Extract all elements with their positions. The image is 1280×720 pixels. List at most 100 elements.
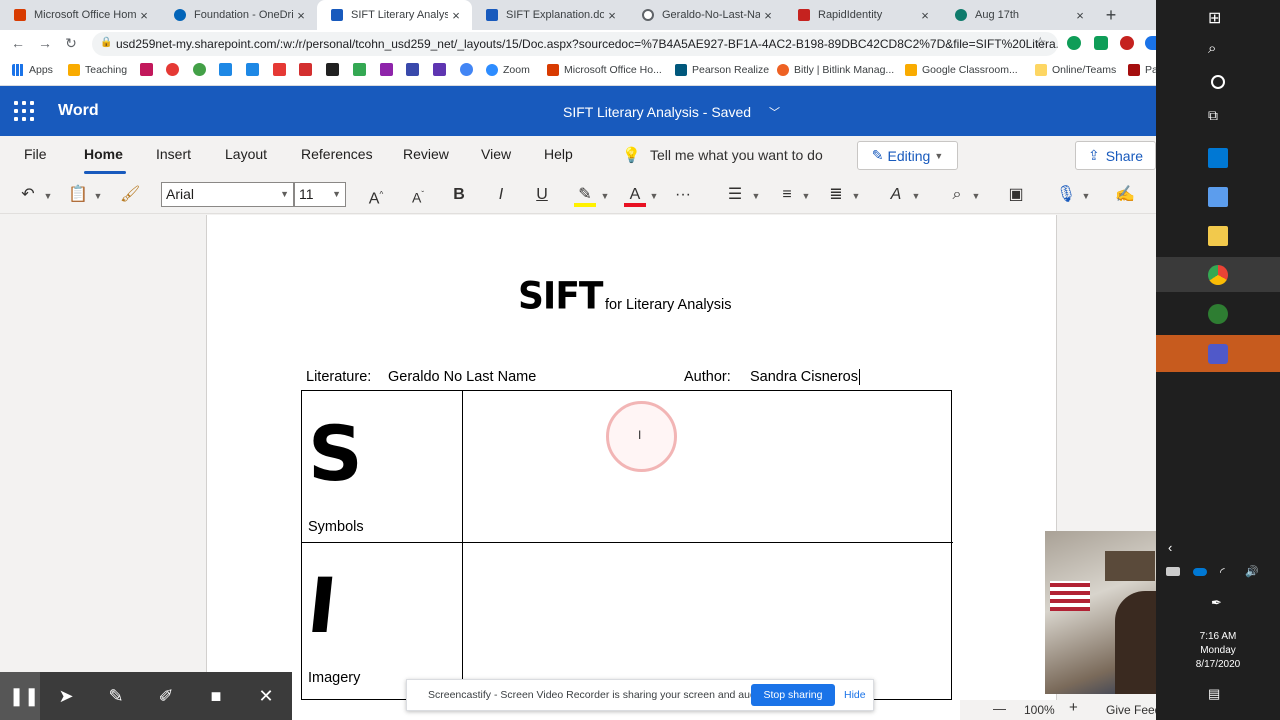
tab-view[interactable]: View [481, 146, 511, 162]
close-icon[interactable]: × [136, 8, 152, 23]
tab-home[interactable]: Home [84, 146, 123, 162]
new-tab-button[interactable]: + [1100, 4, 1122, 26]
bookmark-icon[interactable] [140, 63, 153, 76]
bookmark-icon[interactable] [380, 63, 393, 76]
highlight-icon[interactable]: ✎ [574, 185, 596, 207]
font-name-select[interactable]: Arial ▼ [161, 182, 294, 207]
bookmark-pa[interactable]: Pa [1128, 62, 1158, 78]
reload-icon[interactable]: ↻ [62, 34, 80, 52]
close-icon[interactable]: ✕ [254, 684, 278, 708]
chevron-down-icon[interactable]: ▼ [1080, 185, 1092, 205]
pen-icon[interactable]: ✎ [104, 684, 128, 708]
chevron-down-icon[interactable]: ▼ [850, 185, 862, 205]
volume-icon[interactable]: 🔊 [1245, 565, 1259, 578]
tab-file[interactable]: File [24, 146, 47, 162]
chevron-left-icon[interactable]: ‹ [1168, 540, 1172, 555]
bookmark-apps[interactable]: Apps [12, 62, 53, 78]
close-icon[interactable]: × [1072, 8, 1088, 23]
chevron-down-icon[interactable]: ▼ [92, 185, 104, 205]
browser-tab-rapididentity[interactable]: RapidIdentity × [784, 0, 941, 30]
numbering-icon[interactable]: ≡ [776, 185, 798, 205]
pen-icon[interactable]: ✒ [1211, 595, 1222, 611]
close-icon[interactable]: × [917, 8, 933, 23]
zoom-in-icon[interactable]: + [1069, 699, 1078, 716]
format-painter-icon[interactable]: 🖌 [120, 185, 140, 205]
browser-tab-sift-explanation[interactable]: SIFT Explanation.docx× [472, 0, 628, 30]
chevron-down-icon[interactable]: ▼ [750, 185, 762, 205]
star-icon[interactable]: ☆ [1034, 34, 1047, 51]
zoom-level[interactable]: 100% [1024, 703, 1055, 717]
google-icon[interactable] [460, 63, 473, 76]
browser-tab-sift-literary[interactable]: SIFT Literary Analysis.d× [317, 0, 472, 30]
url-field[interactable]: usd259net-my.sharepoint.com/:w:/r/person… [92, 32, 1058, 56]
highlighter-icon[interactable]: ✐ [154, 684, 178, 708]
amazon-icon[interactable] [326, 63, 339, 76]
close-icon[interactable]: × [604, 8, 620, 23]
browser-tab-aug17[interactable]: Aug 17th × [941, 0, 1096, 30]
chevron-down-icon[interactable]: ▼ [800, 185, 812, 205]
hide-button[interactable]: Hide [844, 689, 866, 701]
underline-icon[interactable]: U [533, 185, 551, 205]
bookmark-icon[interactable] [219, 63, 232, 76]
chevron-down-icon[interactable]: ▼ [599, 185, 611, 205]
task-view-icon[interactable]: ⧉ [1208, 107, 1228, 127]
notifications-icon[interactable]: ▤ [1208, 686, 1228, 706]
drive-icon[interactable] [353, 63, 366, 76]
tray-icon[interactable] [1166, 567, 1180, 576]
bookmark-pearson[interactable]: Pearson Realize [675, 62, 769, 78]
bookmark-classroom[interactable]: Google Classroom... [905, 62, 1018, 78]
styles-icon[interactable]: A [885, 185, 907, 205]
tab-references[interactable]: References [301, 146, 373, 162]
close-icon[interactable]: × [760, 8, 776, 23]
close-icon[interactable]: × [448, 8, 464, 23]
extension-icon[interactable] [1145, 36, 1156, 50]
grow-font-icon[interactable]: A^ [365, 185, 387, 207]
browser-tab-geraldo[interactable]: Geraldo-No-Last-Nam × [628, 0, 784, 30]
bookmark-icon[interactable] [193, 63, 206, 76]
tab-help[interactable]: Help [544, 146, 573, 162]
shrink-font-icon[interactable]: Aˇ [407, 185, 429, 206]
back-icon[interactable]: ← [9, 34, 27, 52]
undo-icon[interactable]: ↶ [18, 185, 38, 205]
search-icon[interactable]: ⌕ [1208, 40, 1228, 60]
browser-tab-onedrive[interactable]: Foundation - OneDrive× [160, 0, 317, 30]
align-icon[interactable]: ≣ [825, 185, 847, 205]
tab-insert[interactable]: Insert [156, 146, 191, 162]
tab-review[interactable]: Review [403, 146, 449, 162]
chrome-icon[interactable] [1208, 265, 1228, 285]
bookmark-icon[interactable] [406, 63, 419, 76]
camera-icon[interactable]: ■ [204, 684, 228, 708]
bookmark-teaching[interactable]: Teaching [68, 62, 127, 78]
tell-me-search[interactable]: Tell me what you want to do [650, 147, 823, 163]
bookmark-zoom[interactable]: Zoom [486, 62, 530, 78]
editor-icon[interactable]: ✍ [1114, 185, 1136, 205]
bookmark-icon[interactable] [433, 63, 446, 76]
app-icon[interactable] [1208, 304, 1228, 324]
cortana-icon[interactable] [1211, 75, 1225, 89]
bullets-icon[interactable]: ☰ [724, 185, 746, 205]
chevron-down-icon[interactable]: ▼ [648, 185, 660, 205]
app-launcher-icon[interactable] [14, 101, 34, 121]
zoom-out-icon[interactable]: — [993, 701, 1006, 716]
chevron-down-icon[interactable]: ▼ [970, 185, 982, 205]
extension-icon[interactable] [1094, 36, 1108, 50]
chevron-down-icon[interactable]: ▼ [910, 185, 922, 205]
clipboard-icon[interactable]: 📋 [68, 185, 88, 205]
font-color-icon[interactable]: A [624, 185, 646, 207]
chevron-down-icon[interactable]: ﹀ [769, 104, 780, 120]
bookmark-online-teams[interactable]: Online/Teams [1035, 62, 1116, 78]
stop-sharing-button[interactable]: Stop sharing [751, 684, 835, 706]
immersive-reader-icon[interactable]: ▣ [1005, 185, 1027, 205]
wifi-icon[interactable]: ◜ [1220, 565, 1225, 579]
outlook-icon[interactable] [1208, 148, 1228, 168]
share-button[interactable]: ⇪ Share [1075, 141, 1156, 170]
bookmark-icon[interactable] [166, 63, 179, 76]
youtube-icon[interactable] [273, 63, 286, 76]
feedback-link[interactable]: Give Feed [1106, 703, 1161, 717]
file-explorer-icon[interactable] [1208, 226, 1228, 246]
more-options-icon[interactable]: ··· [672, 185, 694, 205]
editing-mode-button[interactable]: ✎ Editing ▼ [857, 141, 958, 170]
italic-icon[interactable]: I [492, 185, 510, 205]
close-icon[interactable]: × [293, 8, 309, 23]
bookmark-office[interactable]: Microsoft Office Ho... [547, 62, 662, 78]
